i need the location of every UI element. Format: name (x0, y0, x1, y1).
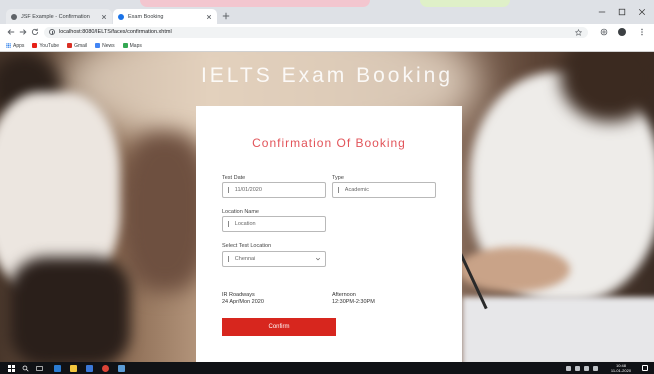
url-text[interactable]: localhost:8080/IELTS/faces/confirmation.… (59, 29, 575, 35)
input-prefix-icon (228, 256, 229, 262)
new-tab-plus-icon[interactable] (222, 12, 230, 20)
background-photo: IELTS Exam Booking Confirmation Of Booki… (0, 52, 654, 362)
browser-tab[interactable]: JSF Example - Confirmation (6, 9, 112, 24)
tab-title: JSF Example - Confirmation (21, 13, 90, 20)
location-name-field[interactable]: Location (222, 216, 326, 232)
bookmark-gmail[interactable]: Gmail (67, 43, 87, 49)
tray-chevron-icon[interactable] (566, 365, 571, 371)
bookmark-label: YouTube (39, 42, 60, 49)
network-icon[interactable] (575, 365, 580, 371)
location-name-value: Location (234, 221, 256, 227)
slot-right-line2: 12:30PM-2:30PM (332, 299, 375, 305)
input-prefix-icon (338, 187, 339, 193)
slot-right-line1: Afternoon (332, 292, 356, 298)
test-date-field[interactable]: 11/01/2020 (222, 182, 326, 198)
page-title: IELTS Exam Booking (200, 64, 454, 87)
card-heading: Confirmation Of Booking (252, 136, 406, 150)
test-location-label: Select Test Location (222, 243, 272, 249)
type-value: Academic (344, 187, 369, 193)
windows-taskbar: 10:48 11-01-2020 (0, 362, 654, 374)
notification-center-icon[interactable] (642, 365, 648, 371)
extension-icon[interactable] (600, 28, 608, 36)
bookmark-label: Gmail (74, 42, 88, 49)
browser-toolbar: localhost:8080/IELTS/faces/confirmation.… (0, 24, 654, 40)
tab-title: Exam Booking (128, 13, 164, 20)
back-arrow-icon[interactable] (7, 28, 15, 36)
slot-summary-left: IR Roadways 24 Apr/Mon 2020 (222, 292, 264, 306)
apps-grid-icon (6, 43, 11, 48)
bookmark-label: Apps (13, 42, 25, 49)
page-favicon-icon (118, 13, 124, 20)
close-icon[interactable] (206, 14, 212, 20)
slot-summary-right: Afternoon 12:30PM-2:30PM (332, 292, 375, 306)
background-window-edge (420, 0, 510, 7)
chrome-icon[interactable] (102, 364, 109, 372)
slot-left-line2: 24 Apr/Mon 2020 (222, 299, 264, 305)
maps-icon (122, 43, 128, 48)
input-prefix-icon (228, 221, 229, 227)
youtube-icon (32, 43, 38, 48)
page-favicon-icon (11, 13, 17, 20)
mail-icon[interactable] (118, 364, 125, 372)
clock-date: 11-01-2020 (610, 368, 632, 373)
confirm-button[interactable]: Confirm (222, 318, 336, 336)
site-info-icon[interactable] (49, 29, 55, 35)
photo-exam-paper (462, 297, 654, 362)
window-close-icon[interactable] (638, 8, 646, 16)
bookmark-apps[interactable]: Apps (6, 43, 24, 49)
bookmark-label: News (102, 42, 115, 49)
news-icon (95, 43, 101, 48)
background-window-edge (140, 0, 370, 7)
test-date-label: Test Date (222, 175, 246, 181)
minimize-icon[interactable] (598, 8, 606, 16)
booking-confirmation-card: Confirmation Of Booking Test Date 11/01/… (196, 106, 462, 362)
bookmark-news[interactable]: News (95, 43, 115, 49)
bookmark-star-icon[interactable] (575, 28, 582, 36)
bookmark-maps[interactable]: Maps (122, 42, 142, 49)
search-icon[interactable] (22, 365, 29, 372)
test-location-value: Chennai (234, 256, 256, 262)
language-icon[interactable] (593, 365, 598, 371)
reload-icon[interactable] (31, 28, 39, 36)
browser-tab-active[interactable]: Exam Booking (113, 9, 217, 24)
profile-avatar-icon[interactable] (618, 28, 626, 36)
bookmark-youtube[interactable]: YouTube (32, 43, 59, 49)
type-field[interactable]: Academic (332, 182, 436, 198)
address-bar[interactable]: localhost:8080/IELTS/faces/confirmation.… (44, 26, 588, 38)
test-location-select[interactable]: Chennai (222, 251, 326, 267)
bookmarks-bar: Apps YouTube Gmail News Maps (0, 40, 654, 52)
task-view-icon[interactable] (36, 365, 43, 372)
type-label: Type (332, 175, 344, 181)
store-icon[interactable] (86, 364, 93, 372)
file-explorer-icon[interactable] (70, 364, 77, 372)
forward-arrow-icon[interactable] (19, 28, 27, 36)
slot-left-line1: IR Roadways (222, 292, 255, 298)
bookmark-label: Maps (129, 42, 142, 49)
input-prefix-icon (228, 187, 229, 193)
volume-icon[interactable] (584, 365, 589, 371)
maximize-icon[interactable] (618, 8, 626, 16)
close-icon[interactable] (101, 14, 107, 20)
test-date-value: 11/01/2020 (234, 187, 262, 193)
photo-desk-left (10, 257, 130, 362)
chevron-down-icon[interactable] (315, 256, 321, 262)
taskbar-clock[interactable]: 10:48 11-01-2020 (604, 363, 638, 373)
gmail-icon (67, 43, 73, 48)
location-name-label: Location Name (222, 209, 259, 215)
browser-tab-strip: JSF Example - Confirmation Exam Booking (0, 0, 654, 24)
edge-icon[interactable] (54, 364, 61, 372)
menu-kebab-icon[interactable] (638, 28, 646, 36)
windows-start-icon[interactable] (8, 364, 15, 372)
